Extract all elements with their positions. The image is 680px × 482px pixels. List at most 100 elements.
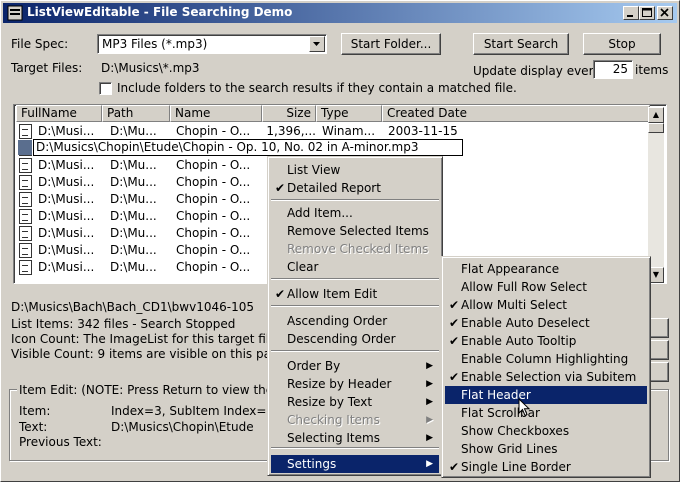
- menu-item-detailed-report[interactable]: ✔ Detailed Report: [271, 179, 439, 197]
- checkmark-icon: ✔: [449, 460, 460, 474]
- scroll-up-button[interactable]: ▲: [648, 107, 664, 123]
- menu-item-label: Selecting Items: [287, 431, 380, 445]
- column-header-created-date[interactable]: Created Date: [382, 105, 650, 122]
- menu-item-order-by[interactable]: Order By ▶: [271, 357, 439, 375]
- menu-item-remove-selected-items[interactable]: Remove Selected Items: [271, 222, 439, 240]
- settings-item-show-grid-lines[interactable]: Show Grid Lines: [445, 440, 647, 458]
- include-folders-label: Include folders to the search results if…: [117, 81, 517, 95]
- side-button-1[interactable]: [649, 318, 669, 338]
- menu-item-label: Flat Appearance: [461, 262, 560, 276]
- table-cell: D:\Musi...: [38, 209, 95, 223]
- table-cell: Chopin - O...: [176, 158, 251, 172]
- menu-item-settings[interactable]: Settings ▶: [271, 455, 439, 473]
- menu-item-remove-checked-items: Remove Checked Items: [271, 240, 439, 258]
- table-cell: D:\Mu...: [110, 209, 157, 223]
- item-label: Item:: [19, 404, 51, 418]
- settings-item-enable-auto-deselect[interactable]: ✔ Enable Auto Deselect: [445, 314, 647, 332]
- start-folder-button[interactable]: Start Folder...: [341, 33, 441, 55]
- menu-item-label: Order By: [287, 359, 341, 373]
- menu-item-label: Resize by Text: [287, 395, 373, 409]
- target-files-label: Target Files:: [11, 61, 83, 75]
- settings-submenu: Flat Appearance Allow Full Row Select ✔ All…: [441, 256, 651, 478]
- table-cell: D:\Mu...: [110, 124, 157, 138]
- title-bar[interactable]: ListViewEditable - File Searching Demo: [3, 3, 677, 23]
- column-header-size[interactable]: Size: [262, 105, 316, 122]
- settings-item-enable-auto-tooltip[interactable]: ✔ Enable Auto Tooltip: [445, 332, 647, 350]
- menu-item-label: Show Grid Lines: [461, 442, 558, 456]
- menu-item-label: Add Item...: [287, 206, 353, 220]
- list-items-status: List Items: 342 files - Search Stopped: [11, 317, 236, 331]
- close-icon: [660, 8, 669, 17]
- menu-item-label: Remove Checked Items: [287, 242, 429, 256]
- column-header-name[interactable]: Name: [170, 105, 262, 122]
- close-button[interactable]: [657, 6, 673, 20]
- menu-item-ascending-order[interactable]: Ascending Order: [271, 312, 439, 330]
- menu-item-clear[interactable]: Clear: [271, 258, 439, 276]
- menu-separator: [271, 278, 439, 280]
- settings-item-flat-appearance[interactable]: Flat Appearance: [445, 260, 647, 278]
- menu-item-label: Enable Column Highlighting: [461, 352, 629, 366]
- maximize-button[interactable]: [639, 6, 655, 20]
- column-label: Path: [107, 106, 134, 120]
- menu-separator: [271, 305, 439, 307]
- menu-item-label: Single Line Border: [461, 460, 571, 474]
- submenu-arrow-icon: ▶: [426, 379, 433, 389]
- menu-item-label: Descending Order: [287, 332, 396, 346]
- menu-item-descending-order[interactable]: Descending Order: [271, 330, 439, 348]
- column-header-fullname[interactable]: FullName: [16, 105, 102, 122]
- settings-item-show-checkboxes[interactable]: Show Checkboxes: [445, 422, 647, 440]
- item-edit-box[interactable]: D:\Musics\Chopin\Etude\Chopin - Op. 10, …: [33, 139, 463, 156]
- table-cell: D:\Mu...: [110, 243, 157, 257]
- menu-item-allow-item-edit[interactable]: ✔ Allow Item Edit: [271, 285, 439, 303]
- main-window: ListViewEditable - File Searching Demo F…: [0, 0, 680, 482]
- file-spec-combo[interactable]: MP3 Files (*.mp3): [97, 34, 327, 54]
- scroll-thumb[interactable]: [648, 123, 664, 133]
- app-icon: [7, 5, 23, 21]
- settings-item-enable-column-highlighting[interactable]: Enable Column Highlighting: [445, 350, 647, 368]
- menu-item-add-item[interactable]: Add Item...: [271, 204, 439, 222]
- menu-item-label: Enable Selection via Subitem: [461, 370, 637, 384]
- settings-item-single-line-border[interactable]: ✔ Single Line Border: [445, 458, 647, 476]
- settings-item-allow-full-row-select[interactable]: Allow Full Row Select: [445, 278, 647, 296]
- menu-item-selecting-items[interactable]: Selecting Items ▶: [271, 429, 439, 447]
- settings-item-allow-multi-select[interactable]: ✔ Allow Multi Select: [445, 296, 647, 314]
- settings-item-flat-scrollbar[interactable]: Flat Scrollbar: [445, 404, 647, 422]
- checkmark-icon: ✔: [449, 334, 460, 348]
- dropdown-button[interactable]: [309, 36, 325, 52]
- column-label: Size: [286, 106, 311, 120]
- selected-row-icon: [18, 140, 32, 155]
- submenu-arrow-icon: ▶: [426, 433, 433, 443]
- column-header-path[interactable]: Path: [102, 105, 170, 122]
- checkmark-icon: ✔: [275, 287, 286, 301]
- table-cell: D:\Mu...: [110, 192, 157, 206]
- settings-item-flat-header[interactable]: Flat Header: [445, 386, 647, 404]
- start-search-button[interactable]: Start Search: [473, 33, 569, 55]
- menu-item-label: Enable Auto Tooltip: [461, 334, 577, 348]
- menu-item-resize-by-text[interactable]: Resize by Text ▶: [271, 393, 439, 411]
- column-header-type[interactable]: Type: [316, 105, 382, 122]
- text-value: D:\Musics\Chopin\Etude: [111, 420, 254, 434]
- menu-item-label: Allow Multi Select: [461, 298, 568, 312]
- side-button-2[interactable]: [649, 340, 669, 360]
- update-display-value: 25: [612, 62, 628, 76]
- file-icon: [19, 226, 32, 241]
- file-icon: [19, 192, 32, 207]
- side-button-3[interactable]: [649, 362, 669, 382]
- menu-item-list-view[interactable]: List View: [271, 161, 439, 179]
- menu-item-label: Checking Items: [287, 413, 380, 427]
- minimize-button[interactable]: [623, 6, 639, 20]
- checkmark-icon: ✔: [275, 181, 286, 195]
- file-spec-label: File Spec:: [11, 37, 69, 51]
- stop-button[interactable]: Stop: [583, 33, 661, 55]
- current-path-status: D:\Musics\Bach\Bach_CD1\bwv1046-105: [11, 300, 254, 314]
- table-cell: Chopin - O...: [176, 226, 251, 240]
- settings-item-enable-selection-via-subitem[interactable]: ✔ Enable Selection via Subitem: [445, 368, 647, 386]
- menu-item-label: Resize by Header: [287, 377, 392, 391]
- stop-label: Stop: [608, 37, 636, 51]
- start-folder-label: Start Folder...: [350, 37, 432, 51]
- menu-item-resize-by-header[interactable]: Resize by Header ▶: [271, 375, 439, 393]
- table-cell: 2003-11-15: [388, 124, 458, 138]
- table-row[interactable]: D:\Musi... D:\Mu... Chopin - O... 1,396,...…: [16, 123, 650, 140]
- update-display-input[interactable]: 25: [593, 60, 633, 79]
- include-folders-checkbox[interactable]: [99, 82, 112, 95]
